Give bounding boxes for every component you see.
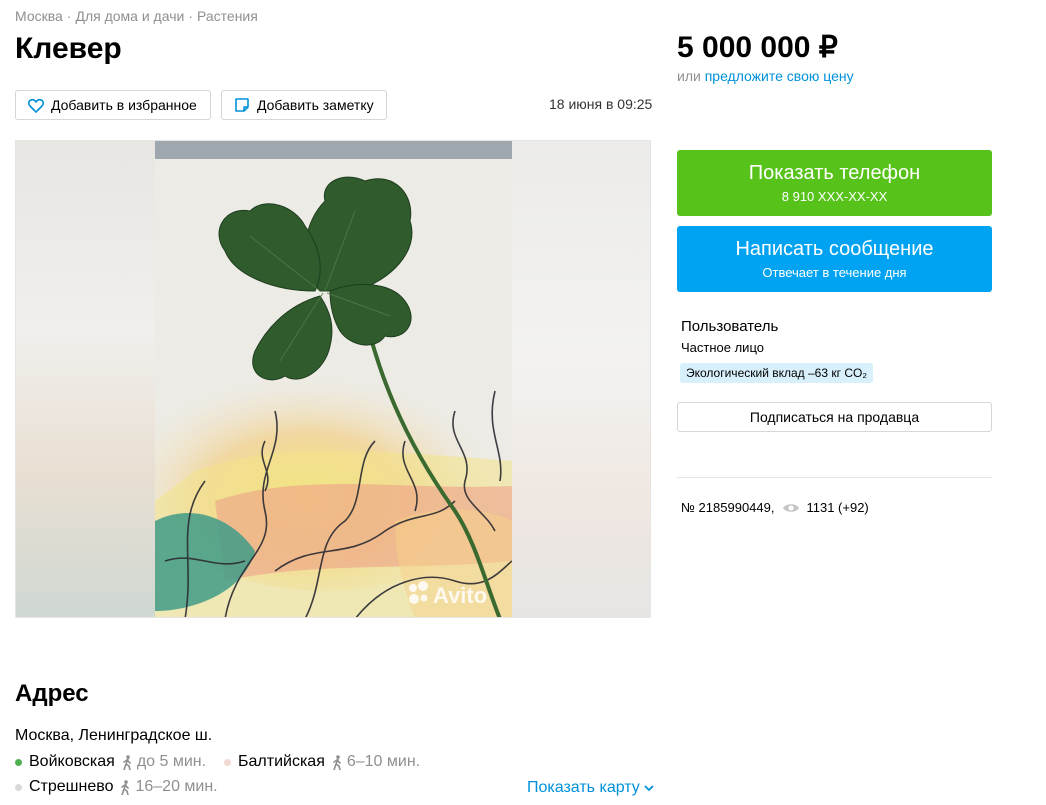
gallery-blur-left: [16, 141, 155, 617]
avito-watermark: Avito: [433, 583, 487, 608]
photo-gallery[interactable]: Avito: [15, 140, 651, 618]
breadcrumb-item-category[interactable]: Для дома и дачи: [75, 8, 184, 24]
breadcrumb: Москва · Для дома и дачи · Растения: [15, 8, 258, 24]
show-phone-button[interactable]: Показать телефон 8 910 XXX-XX-XX: [677, 150, 992, 216]
metro-station-name: Войковская: [29, 753, 115, 770]
metro-line-dot: [224, 758, 231, 766]
heart-icon: [28, 98, 44, 113]
add-note-button[interactable]: Добавить заметку: [221, 90, 387, 120]
masked-phone: 8 910 XXX-XX-XX: [781, 189, 888, 204]
metro-station-name: Стрешнево: [29, 778, 114, 795]
show-map-link[interactable]: Показать карту: [527, 779, 654, 797]
clover-photo-image: Avito: [155, 141, 512, 617]
ad-number: № 2185990449,: [681, 500, 775, 515]
walking-icon: [333, 754, 341, 770]
walking-icon: [121, 779, 130, 795]
breadcrumb-item-subcategory[interactable]: Растения: [197, 8, 258, 24]
eye-icon: [783, 503, 800, 512]
add-note-label: Добавить заметку: [257, 97, 374, 113]
ad-stats: № 2185990449, 1131 (+92): [681, 500, 869, 515]
offer-prefix: или: [677, 68, 701, 84]
seller-name[interactable]: Пользователь: [681, 318, 778, 335]
subscribe-seller-button[interactable]: Подписаться на продавца: [677, 402, 992, 432]
address-heading: Адрес: [15, 680, 89, 707]
metro-station: Стрешнево 16–20 мин.: [15, 778, 218, 796]
walk-time-text: 16–20 мин.: [135, 778, 218, 795]
note-icon: [235, 98, 249, 112]
write-message-label: Написать сообщение: [735, 238, 934, 260]
divider: [677, 477, 992, 478]
add-to-favorites-label: Добавить в избранное: [51, 97, 197, 113]
seller-type: Частное лицо: [681, 340, 764, 355]
response-time: Отвечает в течение дня: [762, 265, 907, 280]
walk-time: 16–20 мин.: [119, 778, 218, 796]
walk-time-text: 6–10 мин.: [346, 753, 421, 770]
walk-time-text: до 5 мин.: [136, 753, 207, 770]
add-to-favorites-button[interactable]: Добавить в избранное: [15, 90, 211, 120]
page-title: Клевер: [15, 32, 122, 65]
offer-price-line: или предложите свою цену: [677, 68, 854, 84]
metro-line-dot: [15, 758, 22, 766]
breadcrumb-separator: ·: [66, 8, 72, 24]
metro-station: Балтийская 6–10 мин.: [224, 753, 420, 771]
walk-time: до 5 мин.: [121, 753, 206, 771]
metro-station: Войковская до 5 мин.: [15, 753, 206, 771]
eco-contribution-badge[interactable]: Экологический вклад –63 кг CO₂: [680, 363, 873, 383]
breadcrumb-item-city[interactable]: Москва: [15, 8, 63, 24]
publish-date: 18 июня в 09:25: [549, 96, 653, 112]
address-text: Москва, Ленинградское ш.: [15, 727, 213, 744]
show-phone-label: Показать телефон: [748, 162, 921, 184]
view-count: 1131 (+92): [806, 500, 869, 515]
walking-icon: [123, 754, 131, 770]
price: 5 000 000 ₽: [677, 31, 838, 64]
breadcrumb-separator: ·: [188, 8, 193, 24]
walk-time: 6–10 мин.: [331, 753, 420, 771]
write-message-button[interactable]: Написать сообщение Отвечает в течение дн…: [677, 226, 992, 292]
main-photo[interactable]: Avito: [155, 141, 512, 617]
gallery-blur-right: [511, 141, 650, 617]
offer-price-link[interactable]: предложите свою цену: [705, 68, 854, 84]
metro-station-name: Балтийская: [238, 753, 325, 770]
metro-line-dot: [15, 783, 22, 791]
chevron-down-icon: [644, 785, 654, 792]
show-map-label: Показать карту: [527, 779, 640, 796]
